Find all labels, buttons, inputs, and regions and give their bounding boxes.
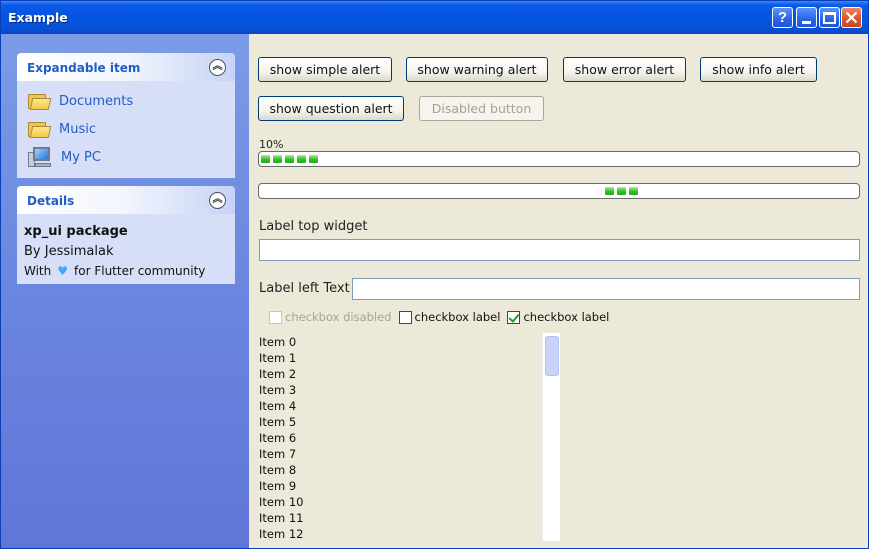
details-panel-header[interactable]: Details ︽ — [17, 186, 235, 214]
show-simple-alert-button[interactable]: show simple alert — [258, 57, 392, 82]
show-question-alert-button[interactable]: show question alert — [258, 96, 404, 121]
credit-prefix: With — [24, 264, 52, 278]
left-text-input[interactable] — [352, 278, 860, 300]
progress-chunk — [617, 187, 626, 195]
scrollbar-thumb[interactable] — [545, 336, 559, 376]
expandable-panel-header[interactable]: Expandable item ︽ — [17, 53, 235, 81]
window-title: Example — [8, 10, 68, 25]
checkbox-box — [269, 310, 282, 324]
collapse-icon[interactable]: ︽ — [209, 59, 226, 76]
checkbox-label: checkbox label — [523, 310, 610, 324]
minimize-icon — [802, 20, 811, 24]
sidebar-item-my-pc[interactable]: My PC — [28, 145, 101, 169]
list-item[interactable]: Item 11 — [259, 510, 539, 526]
sidebar: Expandable item ︽ Documents Music My PC … — [1, 34, 249, 548]
list-item[interactable]: Item 1 — [259, 350, 539, 366]
list-item[interactable]: Item 6 — [259, 430, 539, 446]
sidebar-item-label: Documents — [59, 93, 134, 109]
package-author: By Jessimalak — [24, 244, 114, 259]
help-button[interactable]: ? — [772, 7, 793, 28]
expandable-panel: Expandable item ︽ Documents Music My PC — [17, 53, 235, 178]
details-panel-title: Details — [27, 194, 75, 208]
progress-label: 10% — [259, 138, 284, 151]
sidebar-item-music[interactable]: Music — [28, 117, 96, 141]
computer-icon — [28, 146, 52, 168]
maximize-button[interactable] — [819, 7, 840, 28]
progress-bar — [258, 151, 860, 167]
show-info-alert-button[interactable]: show info alert — [700, 57, 817, 82]
close-icon — [845, 11, 858, 24]
heart-icon: ♥ — [57, 264, 69, 278]
list-item[interactable]: Item 3 — [259, 382, 539, 398]
progress-chunk — [261, 155, 270, 163]
app-window: Example ? Expandable item ︽ Documents Mu… — [0, 0, 869, 549]
checkbox-disabled: checkbox disabled — [269, 310, 392, 324]
checkbox-checked[interactable]: checkbox label — [507, 310, 609, 324]
list-item[interactable]: Item 4 — [259, 398, 539, 414]
show-error-alert-button[interactable]: show error alert — [563, 57, 686, 82]
checkbox-box[interactable] — [507, 310, 521, 324]
disabled-button: Disabled button — [419, 96, 544, 121]
folder-icon — [28, 120, 52, 138]
details-panel: Details ︽ xp_ui package By Jessimalak Wi… — [17, 186, 235, 284]
expandable-panel-title: Expandable item — [27, 61, 141, 75]
close-button[interactable] — [841, 7, 862, 28]
progress-fill — [261, 155, 321, 163]
progress-chunk — [297, 155, 306, 163]
checkbox-label: checkbox disabled — [285, 310, 392, 324]
progress-chunk — [605, 187, 614, 195]
package-name: xp_ui package — [24, 224, 128, 239]
sidebar-item-label: My PC — [61, 149, 101, 165]
help-icon: ? — [777, 9, 788, 26]
list-item[interactable]: Item 7 — [259, 446, 539, 462]
item-list: Item 0 Item 1 Item 2 Item 3 Item 4 Item 5 Item… — [259, 334, 539, 542]
list-item[interactable]: Item 9 — [259, 478, 539, 494]
list-item[interactable]: Item 10 — [259, 494, 539, 510]
checkbox-unchecked[interactable]: checkbox label — [398, 310, 501, 324]
left-field-label: Label left Text — [259, 281, 350, 296]
list-item[interactable]: Item 0 — [259, 334, 539, 350]
sidebar-item-label: Music — [59, 121, 96, 137]
checkbox-box[interactable] — [398, 310, 412, 324]
folder-icon — [28, 92, 52, 110]
checkbox-row: checkbox disabled checkbox label checkbo… — [269, 309, 616, 325]
package-credit: With ♥ for Flutter community — [24, 264, 205, 278]
list-scrollbar[interactable] — [542, 333, 560, 541]
progress-chunk — [629, 187, 638, 195]
progress-chunk — [273, 155, 282, 163]
show-warning-alert-button[interactable]: show warning alert — [406, 57, 548, 82]
sidebar-item-documents[interactable]: Documents — [28, 89, 133, 113]
main-content: show simple alert show warning alert sho… — [249, 34, 868, 548]
list-item[interactable]: Item 2 — [259, 366, 539, 382]
maximize-icon — [823, 11, 836, 24]
credit-suffix: for Flutter community — [74, 264, 206, 278]
progress-chunk — [309, 155, 318, 163]
collapse-icon[interactable]: ︽ — [209, 192, 226, 209]
top-text-input[interactable] — [259, 239, 860, 261]
title-bar[interactable]: Example ? — [1, 1, 868, 34]
list-item[interactable]: Item 5 — [259, 414, 539, 430]
list-item[interactable]: Item 8 — [259, 462, 539, 478]
progress-marquee — [605, 187, 641, 195]
progress-chunk — [285, 155, 294, 163]
indeterminate-progress-bar — [258, 183, 860, 199]
minimize-button[interactable] — [796, 7, 817, 28]
checkbox-label: checkbox label — [414, 310, 501, 324]
list-item[interactable]: Item 12 — [259, 526, 539, 542]
top-field-label: Label top widget — [259, 219, 368, 234]
